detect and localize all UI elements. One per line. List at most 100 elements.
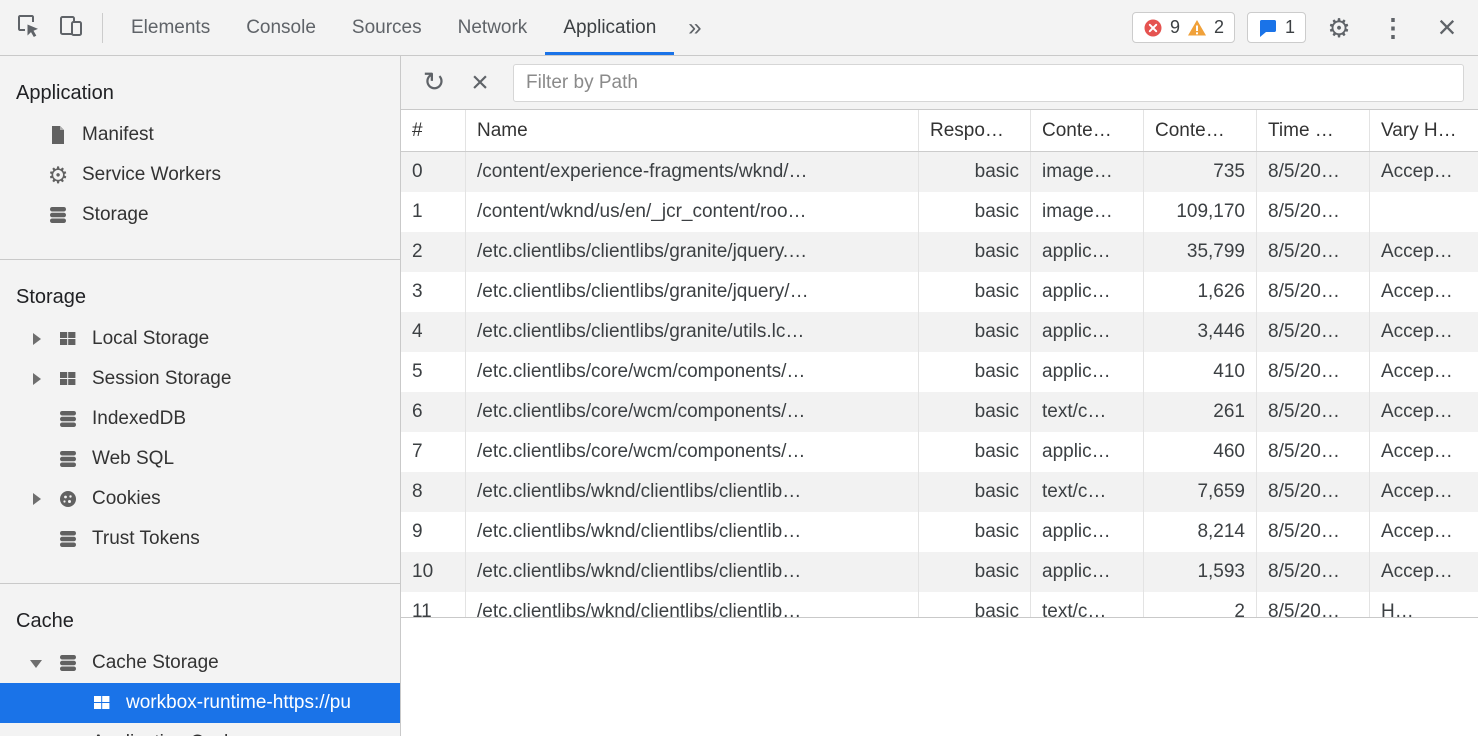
sidebar-item-cookies[interactable]: Cookies: [0, 479, 400, 519]
section-cache: Cache Cache Storage: [0, 584, 400, 736]
overflow-menu-button[interactable]: ⋮: [1372, 7, 1414, 49]
cell-response-type: basic: [919, 592, 1031, 618]
cell-vary-header: [1370, 192, 1478, 232]
cell-content-length: 8,214: [1144, 512, 1257, 552]
cell-index: 1: [401, 192, 466, 232]
tab-elements[interactable]: Elements: [113, 0, 228, 55]
sidebar-item-label: Service Workers: [82, 164, 221, 186]
cache-entry-row[interactable]: 1 /content/wknd/us/en/_jcr_content/roo… …: [401, 192, 1478, 232]
errors-warnings-badge[interactable]: 9 2: [1132, 12, 1235, 43]
sidebar-item-service-workers[interactable]: ⚙ Service Workers: [0, 155, 400, 195]
tab-network[interactable]: Network: [440, 0, 546, 55]
sidebar-item-storage[interactable]: Storage: [0, 195, 400, 235]
expander-icon[interactable]: [30, 331, 44, 347]
cell-time-cached: 8/5/20…: [1257, 152, 1370, 192]
sidebar-item-local-storage[interactable]: Local Storage: [0, 319, 400, 359]
cell-content-type: applic…: [1031, 312, 1144, 352]
sidebar-item-label: Local Storage: [92, 328, 209, 350]
cell-vary-header: Accep…: [1370, 232, 1478, 272]
sidebar-item-trust-tokens[interactable]: Trust Tokens: [0, 519, 400, 559]
cell-content-length: 410: [1144, 352, 1257, 392]
expander-icon[interactable]: [30, 491, 44, 507]
cell-content-length: 1,593: [1144, 552, 1257, 592]
cell-time-cached: 8/5/20…: [1257, 272, 1370, 312]
sidebar-item-cache-storage[interactable]: Cache Storage: [0, 643, 400, 683]
section-title-cache: Cache: [0, 584, 400, 643]
issues-badge[interactable]: 1: [1247, 12, 1306, 43]
cache-entry-row[interactable]: 0 /content/experience-fragments/wknd/… b…: [401, 152, 1478, 192]
inspect-button[interactable]: [8, 7, 50, 49]
column-header-content-length[interactable]: Conte…: [1144, 110, 1257, 151]
device-toolbar-button[interactable]: [50, 7, 92, 49]
close-devtools-button[interactable]: ×: [1426, 7, 1468, 49]
settings-button[interactable]: ⚙: [1318, 7, 1360, 49]
cell-index: 3: [401, 272, 466, 312]
sidebar-item-application-cache[interactable]: Application Cache: [0, 723, 400, 736]
cell-vary-header: Accep…: [1370, 352, 1478, 392]
cell-content-type: applic…: [1031, 432, 1144, 472]
expander-icon[interactable]: [30, 371, 44, 387]
cache-entry-row[interactable]: 4 /etc.clientlibs/clientlibs/granite/uti…: [401, 312, 1478, 352]
cache-entries-table: # Name Respo… Conte… Conte… Time … Vary …: [401, 110, 1478, 618]
cell-content-length: 735: [1144, 152, 1257, 192]
sidebar-item-manifest[interactable]: Manifest: [0, 115, 400, 155]
column-header-content-type[interactable]: Conte…: [1031, 110, 1144, 151]
cell-content-length: 261: [1144, 392, 1257, 432]
cache-entry-row[interactable]: 8 /etc.clientlibs/wknd/clientlibs/client…: [401, 472, 1478, 512]
sidebar-item-label: Trust Tokens: [92, 528, 200, 550]
column-header-time-cached[interactable]: Time …: [1257, 110, 1370, 151]
more-tabs-button[interactable]: »: [674, 14, 715, 42]
cell-content-length: 460: [1144, 432, 1257, 472]
issues-bubble-icon: [1258, 18, 1278, 38]
column-header-response-type[interactable]: Respo…: [919, 110, 1031, 151]
sidebar-item-cache-entry-workbox[interactable]: workbox-runtime-https://pu: [0, 683, 400, 723]
cell-response-type: basic: [919, 272, 1031, 312]
cache-entry-row[interactable]: 9 /etc.clientlibs/wknd/clientlibs/client…: [401, 512, 1478, 552]
warning-icon: [1187, 18, 1207, 38]
filter-path-input[interactable]: [513, 64, 1464, 102]
sidebar-item-session-storage[interactable]: Session Storage: [0, 359, 400, 399]
cell-index: 9: [401, 512, 466, 552]
expander-icon[interactable]: [30, 655, 44, 671]
sidebar-item-web-sql[interactable]: Web SQL: [0, 439, 400, 479]
column-header-index[interactable]: #: [401, 110, 466, 151]
expander-spacer: [30, 411, 44, 427]
refresh-button[interactable]: ↻: [415, 64, 453, 102]
column-header-vary-header[interactable]: Vary H…: [1370, 110, 1478, 151]
tab-application[interactable]: Application: [545, 0, 674, 55]
cache-entry-row[interactable]: 10 /etc.clientlibs/wknd/clientlibs/clien…: [401, 552, 1478, 592]
sidebar-item-indexeddb[interactable]: IndexedDB: [0, 399, 400, 439]
sidebar-item-label: Storage: [82, 204, 149, 226]
cell-index: 10: [401, 552, 466, 592]
delete-selected-button[interactable]: ×: [461, 64, 499, 102]
cache-entry-row[interactable]: 5 /etc.clientlibs/core/wcm/components/… …: [401, 352, 1478, 392]
cell-content-type: applic…: [1031, 512, 1144, 552]
toolbar-right-controls: 9 2 1 ⚙: [1132, 7, 1468, 49]
sidebar-item-label: Manifest: [82, 124, 154, 146]
section-title-storage: Storage: [0, 260, 400, 319]
application-sidebar: Application Manifest ⚙ Service Workers: [0, 56, 401, 736]
database-icon: [56, 527, 80, 551]
cell-name: /etc.clientlibs/core/wcm/components/…: [466, 432, 919, 472]
sidebar-item-label: workbox-runtime-https://pu: [126, 692, 351, 714]
cache-entry-row[interactable]: 11 /etc.clientlibs/wknd/clientlibs/clien…: [401, 592, 1478, 618]
error-icon: [1143, 18, 1163, 38]
cell-time-cached: 8/5/20…: [1257, 312, 1370, 352]
table-icon: [56, 731, 80, 736]
cache-entry-row[interactable]: 2 /etc.clientlibs/clientlibs/granite/jqu…: [401, 232, 1478, 272]
devtools-toolbar: Elements Console Sources Network Applica…: [0, 0, 1478, 56]
cell-content-type: text/c…: [1031, 392, 1144, 432]
tab-console[interactable]: Console: [228, 0, 334, 55]
cell-vary-header: Accep…: [1370, 552, 1478, 592]
cache-entry-row[interactable]: 7 /etc.clientlibs/core/wcm/components/… …: [401, 432, 1478, 472]
cell-time-cached: 8/5/20…: [1257, 192, 1370, 232]
tab-sources[interactable]: Sources: [334, 0, 440, 55]
cache-entry-row[interactable]: 6 /etc.clientlibs/core/wcm/components/… …: [401, 392, 1478, 432]
cell-name: /etc.clientlibs/clientlibs/granite/utils…: [466, 312, 919, 352]
table-icon: [56, 327, 80, 351]
cell-response-type: basic: [919, 512, 1031, 552]
column-header-name[interactable]: Name: [466, 110, 919, 151]
cache-entry-row[interactable]: 3 /etc.clientlibs/clientlibs/granite/jqu…: [401, 272, 1478, 312]
cell-response-type: basic: [919, 552, 1031, 592]
cell-response-type: basic: [919, 192, 1031, 232]
